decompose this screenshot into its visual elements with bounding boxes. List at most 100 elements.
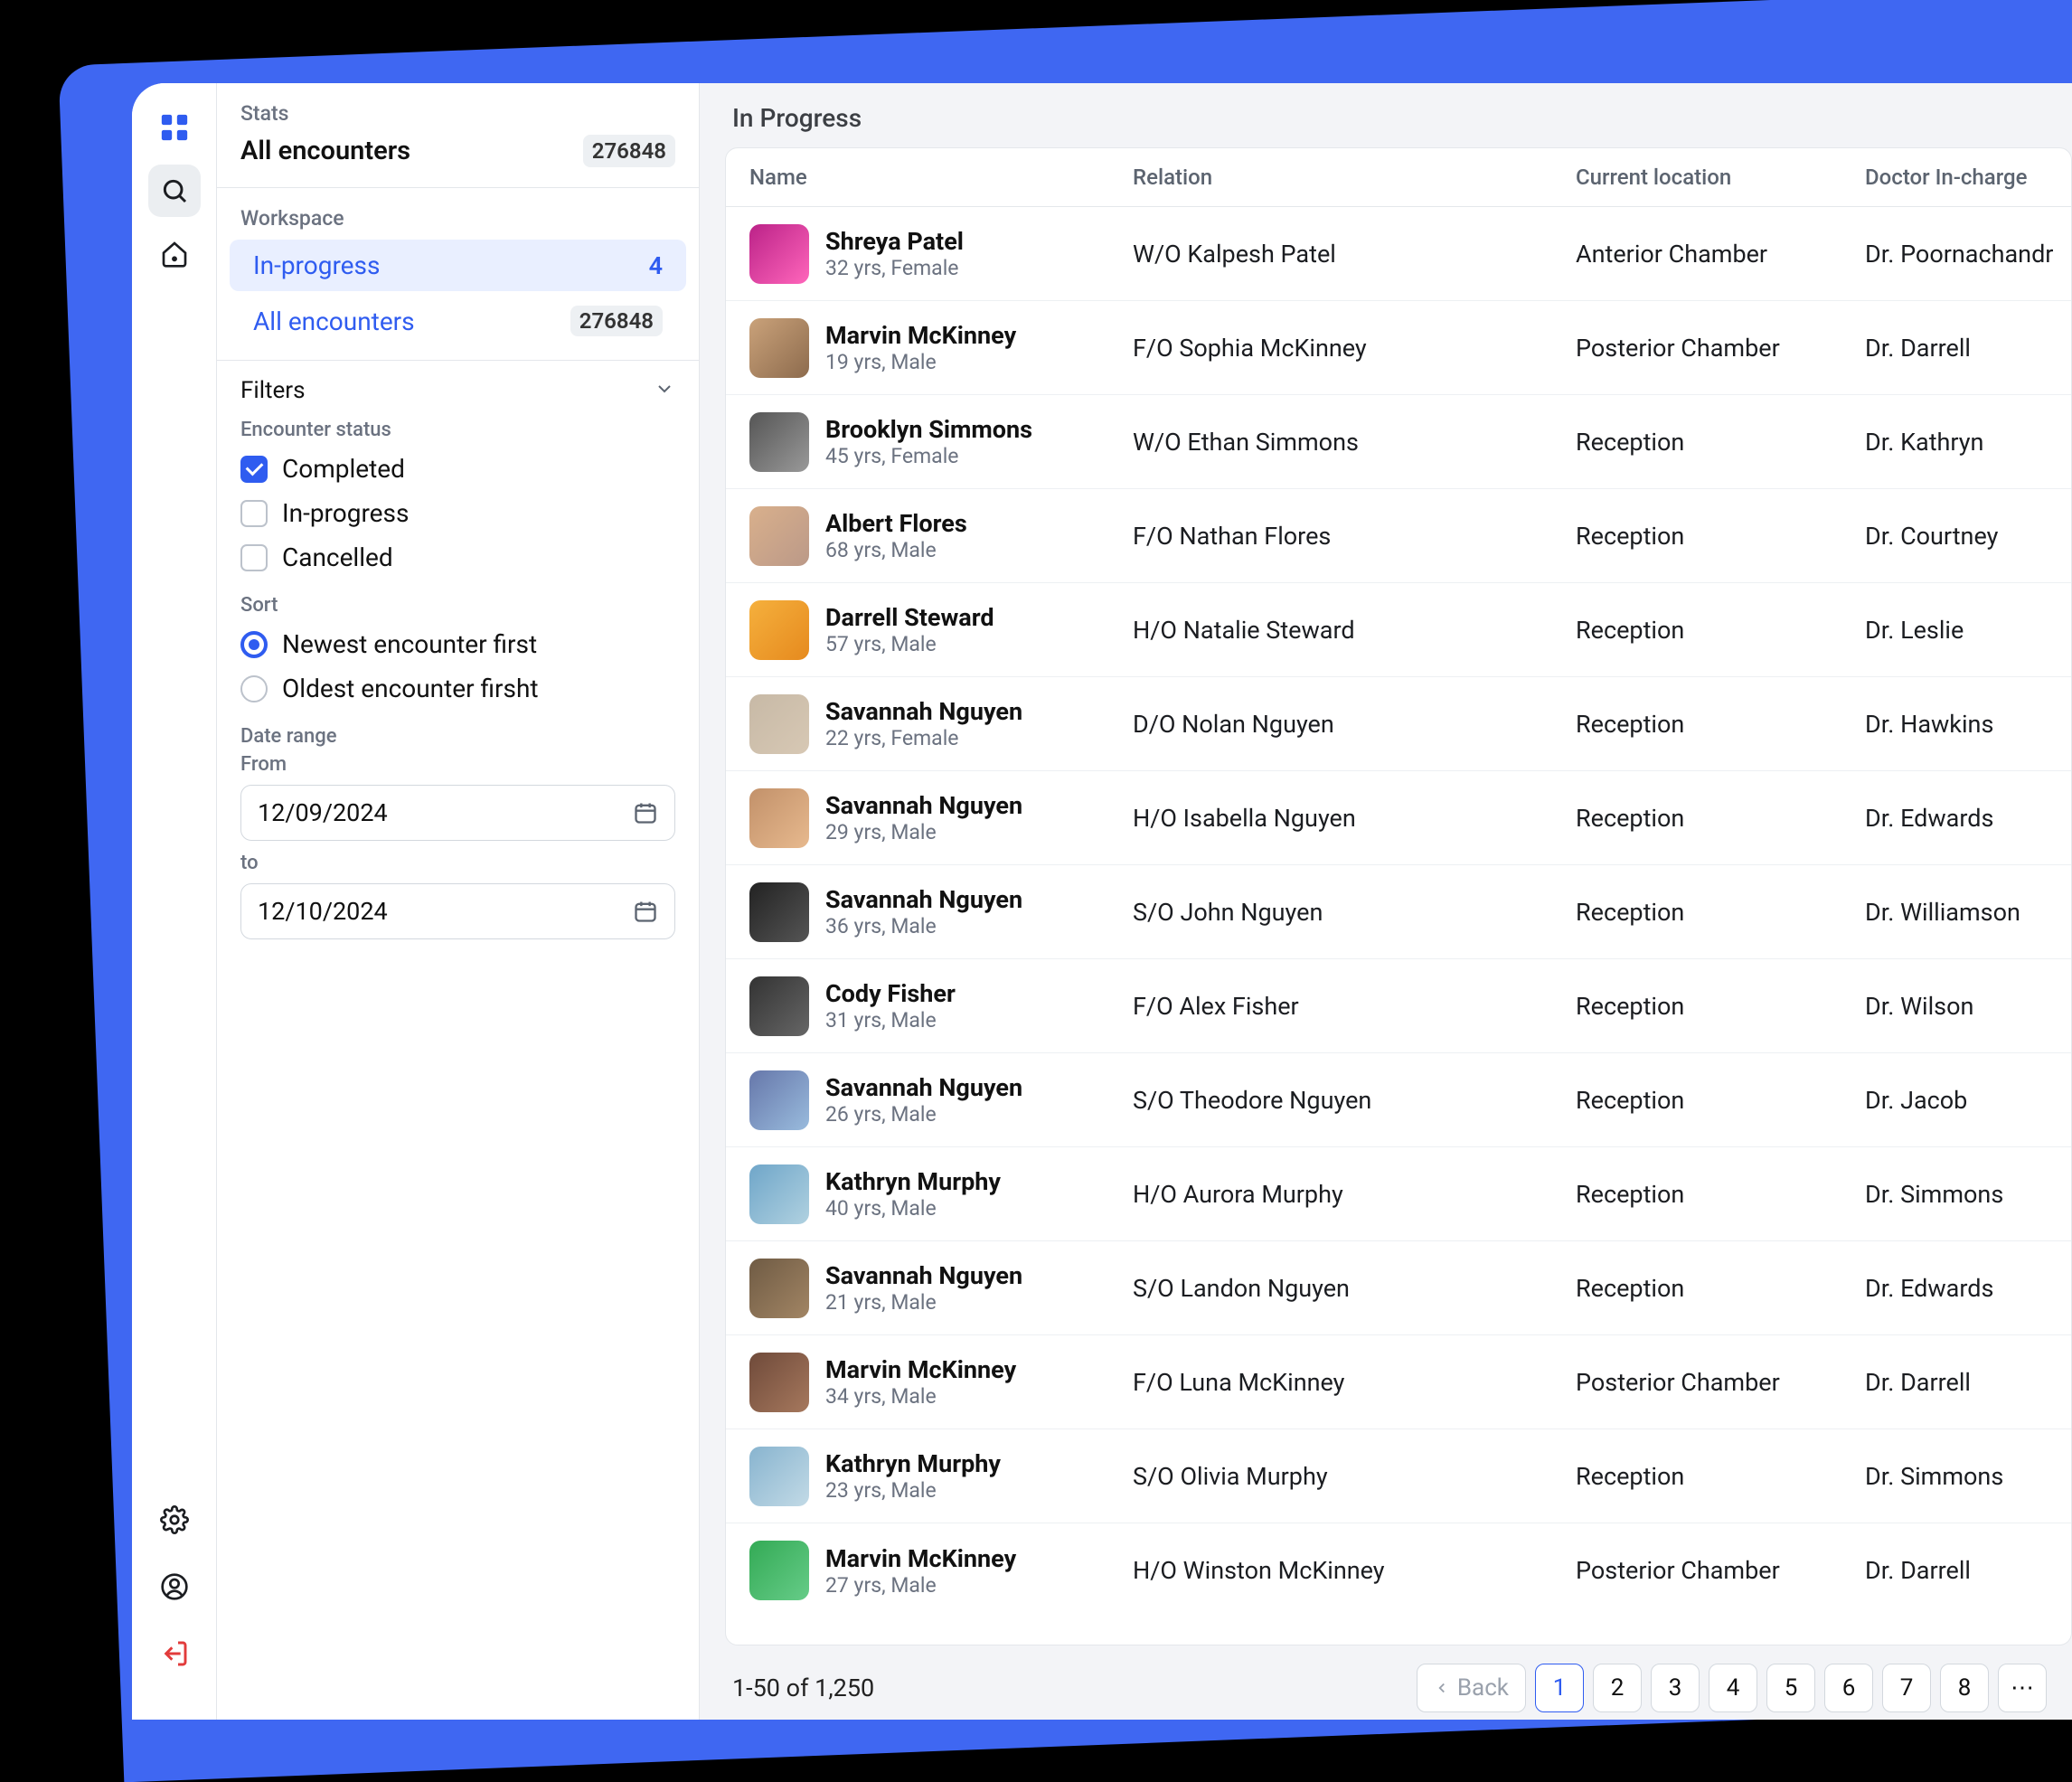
cell-location: Reception [1576, 616, 1865, 645]
cell-relation: S/O John Nguyen [1133, 898, 1576, 927]
patient-meta: 29 yrs, Male [825, 820, 1022, 844]
date-from-input[interactable]: 12/09/2024 [240, 785, 675, 841]
pager-page[interactable]: 2 [1593, 1664, 1642, 1712]
cell-doctor: Dr. Darrell [1865, 1556, 2071, 1585]
cell-doctor: Dr. Edwards [1865, 804, 2071, 833]
avatar [749, 788, 809, 848]
status-opt-cancelled[interactable]: Cancelled [217, 535, 699, 580]
nav-settings[interactable] [148, 1494, 201, 1546]
sort-opt-oldest[interactable]: Oldest encounter firsht [217, 666, 699, 711]
table-row[interactable]: Marvin McKinney 34 yrs, Male F/O Luna Mc… [726, 1335, 2071, 1429]
cell-location: Reception [1576, 710, 1865, 739]
patient-meta: 45 yrs, Female [825, 444, 1032, 468]
table-row[interactable]: Savannah Nguyen 36 yrs, Male S/O John Ng… [726, 865, 2071, 959]
pager-page[interactable]: 8 [1940, 1664, 1989, 1712]
table-row[interactable]: Savannah Nguyen 22 yrs, Female D/O Nolan… [726, 677, 2071, 771]
pager-back[interactable]: Back [1417, 1664, 1526, 1712]
cell-location: Reception [1576, 522, 1865, 551]
patient-meta: 19 yrs, Male [825, 350, 1016, 374]
table-row[interactable]: Kathryn Murphy 23 yrs, Male S/O Olivia M… [726, 1429, 2071, 1523]
nav-logout[interactable] [148, 1627, 201, 1680]
cell-location: Posterior Chamber [1576, 1556, 1865, 1585]
status-opt-completed[interactable]: Completed [217, 447, 699, 491]
pager-page[interactable]: 1 [1535, 1664, 1584, 1712]
col-doctor[interactable]: Doctor In-charge [1865, 165, 2071, 190]
cell-doctor: Dr. Darrell [1865, 1368, 2071, 1397]
patient-meta: 27 yrs, Male [825, 1573, 1016, 1598]
cell-doctor: Dr. Edwards [1865, 1274, 2071, 1303]
radio-icon [240, 631, 268, 658]
patient-name: Savannah Nguyen [825, 1261, 1022, 1290]
sort-opt-newest[interactable]: Newest encounter first [217, 622, 699, 666]
cell-doctor: Dr. Poornachandr [1865, 240, 2071, 269]
table-row[interactable]: Marvin McKinney 27 yrs, Male H/O Winston… [726, 1523, 2071, 1617]
cell-doctor: Dr. Jacob [1865, 1086, 2071, 1115]
cell-location: Reception [1576, 1180, 1865, 1209]
cell-relation: S/O Theodore Nguyen [1133, 1086, 1576, 1115]
cell-location: Posterior Chamber [1576, 334, 1865, 363]
avatar [749, 224, 809, 284]
avatar [749, 1164, 809, 1224]
pager-page[interactable]: 7 [1882, 1664, 1931, 1712]
patient-name: Marvin McKinney [825, 1355, 1016, 1384]
cell-doctor: Dr. Hawkins [1865, 710, 2071, 739]
status-label: Encounter status [217, 404, 699, 447]
cell-doctor: Dr. Leslie [1865, 616, 2071, 645]
radio-icon [240, 675, 268, 702]
table-row[interactable]: Marvin McKinney 19 yrs, Male F/O Sophia … [726, 301, 2071, 395]
pager-page[interactable]: 6 [1824, 1664, 1873, 1712]
col-location[interactable]: Current location [1576, 165, 1865, 190]
pager-page[interactable]: 4 [1709, 1664, 1757, 1712]
date-from-value: 12/09/2024 [258, 798, 388, 827]
date-to-input[interactable]: 12/10/2024 [240, 883, 675, 939]
cell-location: Posterior Chamber [1576, 1368, 1865, 1397]
patient-name: Marvin McKinney [825, 1544, 1016, 1573]
stats-label: Stats [240, 101, 675, 126]
table-row[interactable]: Brooklyn Simmons 45 yrs, Female W/O Etha… [726, 395, 2071, 489]
pager-page[interactable]: 5 [1766, 1664, 1815, 1712]
col-relation[interactable]: Relation [1133, 165, 1576, 190]
nav-search[interactable] [148, 165, 201, 217]
avatar [749, 694, 809, 754]
cell-relation: F/O Sophia McKinney [1133, 334, 1576, 363]
gear-icon [160, 1505, 189, 1534]
page-title: In Progress [725, 103, 2072, 133]
cell-location: Reception [1576, 1462, 1865, 1491]
table-row[interactable]: Savannah Nguyen 21 yrs, Male S/O Landon … [726, 1241, 2071, 1335]
table-row[interactable]: Savannah Nguyen 29 yrs, Male H/O Isabell… [726, 771, 2071, 865]
avatar [749, 600, 809, 660]
nav-home[interactable] [148, 228, 201, 280]
patient-name: Shreya Patel [825, 227, 964, 256]
avatar [749, 976, 809, 1036]
cell-location: Reception [1576, 1274, 1865, 1303]
calendar-icon [633, 800, 658, 825]
table-row[interactable]: Cody Fisher 31 yrs, Male F/O Alex Fisher… [726, 959, 2071, 1053]
ws-item-all[interactable]: All encounters 276848 [230, 295, 686, 347]
pager-page[interactable]: 3 [1651, 1664, 1700, 1712]
status-opt-inprogress[interactable]: In-progress [217, 491, 699, 535]
nav-dashboard[interactable] [148, 101, 201, 154]
from-label: From [217, 753, 699, 781]
checkbox-icon [240, 544, 268, 571]
logout-icon [160, 1639, 189, 1668]
patient-meta: 34 yrs, Male [825, 1384, 1016, 1409]
cell-doctor: Dr. Kathryn [1865, 428, 2071, 457]
cell-relation: H/O Aurora Murphy [1133, 1180, 1576, 1209]
nav-profile[interactable] [148, 1560, 201, 1613]
ws-item-inprogress[interactable]: In-progress 4 [230, 240, 686, 291]
encounters-table: Name Relation Current location Doctor In… [725, 147, 2072, 1645]
table-row[interactable]: Darrell Steward 57 yrs, Male H/O Natalie… [726, 583, 2071, 677]
cell-location: Reception [1576, 992, 1865, 1021]
table-row[interactable]: Savannah Nguyen 26 yrs, Male S/O Theodor… [726, 1053, 2071, 1147]
checkbox-icon [240, 456, 268, 483]
table-row[interactable]: Albert Flores 68 yrs, Male F/O Nathan Fl… [726, 489, 2071, 583]
patient-meta: 68 yrs, Male [825, 538, 967, 562]
ws-count: 276848 [570, 306, 663, 336]
table-row[interactable]: Shreya Patel 32 yrs, Female W/O Kalpesh … [726, 207, 2071, 301]
table-row[interactable]: Kathryn Murphy 40 yrs, Male H/O Aurora M… [726, 1147, 2071, 1241]
col-name[interactable]: Name [726, 165, 1133, 190]
cell-location: Reception [1576, 428, 1865, 457]
chevron-down-icon[interactable] [654, 378, 675, 403]
pager-more[interactable]: ⋯ [1998, 1664, 2047, 1712]
cell-relation: W/O Ethan Simmons [1133, 428, 1576, 457]
